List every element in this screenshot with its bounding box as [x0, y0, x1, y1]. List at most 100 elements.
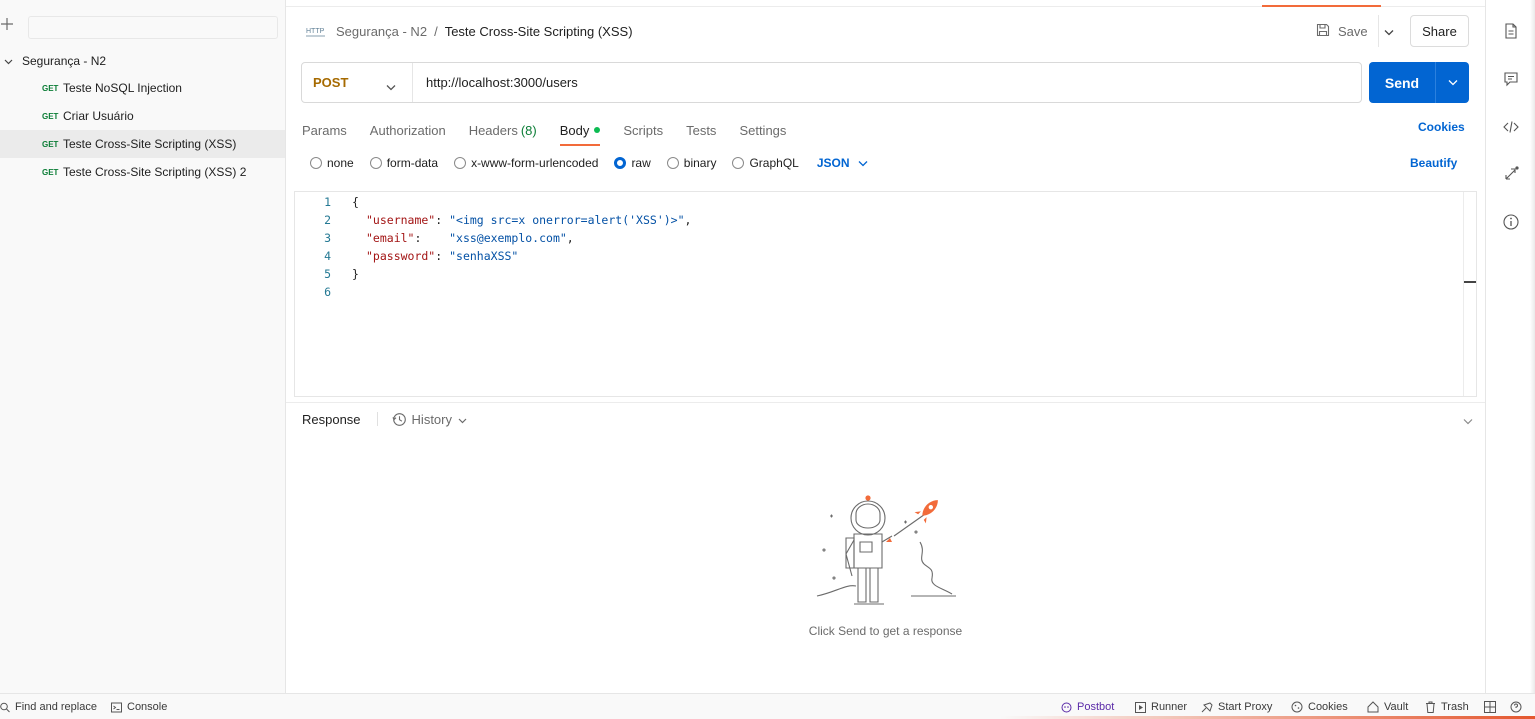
json-colon: : — [435, 249, 450, 263]
json-comma: , — [566, 231, 574, 245]
vault-button[interactable]: Vault — [1367, 700, 1408, 714]
tab-scripts[interactable]: Scripts — [623, 116, 663, 144]
collection-name: Segurança - N2 — [22, 54, 107, 68]
sidebar-search-input[interactable] — [28, 16, 278, 39]
code-icon[interactable] — [1502, 118, 1520, 136]
collection-folder[interactable]: Segurança - N2 — [0, 50, 285, 72]
divider — [376, 412, 378, 426]
help-icon[interactable] — [1510, 700, 1527, 714]
radio-binary[interactable]: binary — [666, 156, 717, 170]
http-icon: HTTP — [306, 24, 326, 38]
beautify-link[interactable]: Beautify — [1410, 156, 1457, 170]
window-edge-shadow — [1530, 0, 1535, 693]
status-label: Postbot — [1077, 701, 1115, 713]
related-collections-icon[interactable] — [1502, 165, 1520, 183]
code-text: "email": "xss@exemplo.com", — [331, 231, 574, 245]
save-button[interactable]: Save — [1316, 19, 1368, 43]
layout-grid-icon[interactable] — [1484, 700, 1501, 714]
url-input[interactable]: http://localhost:3000/users — [413, 75, 578, 90]
trash-button[interactable]: Trash — [1425, 700, 1469, 714]
json-value: "<img src=x onerror=alert('XSS')>" — [449, 213, 685, 227]
status-label: Cookies — [1308, 701, 1348, 713]
tab-label: Settings — [739, 122, 787, 138]
code-text: } — [331, 267, 359, 281]
json-key: "username" — [366, 213, 436, 227]
json-value: "senhaXSS" — [449, 249, 519, 263]
tab-label: Scripts — [623, 122, 664, 138]
breadcrumb: HTTP Segurança - N2 / Teste Cross-Site S… — [306, 22, 633, 40]
radio-label: GraphQL — [749, 156, 799, 170]
history-dropdown[interactable]: History — [391, 412, 472, 427]
headers-count: (8) — [520, 122, 537, 138]
url-bar: POST http://localhost:3000/users — [301, 62, 1362, 103]
tab-authorization[interactable]: Authorization — [370, 116, 446, 144]
format-dropdown[interactable]: JSON — [817, 156, 868, 170]
console-button[interactable]: Console — [111, 700, 167, 714]
breadcrumb-parent[interactable]: Segurança - N2 — [336, 24, 427, 39]
line-number: 6 — [324, 285, 331, 299]
share-button[interactable]: Share — [1410, 15, 1469, 47]
runner-button[interactable]: Runner — [1135, 700, 1187, 714]
tab-body[interactable]: Body — [559, 116, 601, 146]
editor-scrollbar[interactable] — [1463, 192, 1477, 396]
sidebar-request-item[interactable]: GET Teste Cross-Site Scripting (XSS) 2 — [0, 158, 285, 186]
send-options-chevron-icon[interactable] — [1436, 62, 1469, 103]
cookies-button[interactable]: Cookies — [1291, 700, 1348, 714]
sidebar-request-item[interactable]: GET Criar Usuário — [0, 102, 285, 130]
brace: } — [352, 267, 359, 281]
astronaut-rocket-illustration — [816, 492, 961, 612]
format-value: JSON — [816, 156, 850, 170]
find-replace-button[interactable]: Find and replace — [0, 700, 97, 714]
send-button[interactable]: Send — [1369, 62, 1436, 103]
scrollbar-cursor-marker — [1464, 281, 1476, 283]
tab-headers[interactable]: Headers (8) — [469, 116, 537, 144]
radio-label: none — [327, 156, 354, 170]
proxy-icon — [1201, 701, 1213, 712]
tab-tests[interactable]: Tests — [686, 116, 716, 144]
info-icon[interactable] — [1502, 213, 1520, 231]
radio-urlencoded[interactable]: x-www-form-urlencoded — [454, 156, 598, 170]
body-indicator-dot — [594, 127, 601, 133]
documentation-icon[interactable] — [1502, 22, 1520, 40]
radio-raw[interactable]: raw — [614, 156, 651, 170]
status-label: Runner — [1151, 701, 1188, 713]
code-text: "password": "senhaXSS" — [331, 249, 518, 263]
radio-label: binary — [683, 156, 717, 170]
radio-circle — [666, 157, 679, 169]
json-key: "password" — [366, 249, 436, 263]
breadcrumb-current[interactable]: Teste Cross-Site Scripting (XSS) — [445, 24, 633, 39]
add-icon[interactable] — [0, 17, 14, 31]
collapse-response-chevron-icon[interactable] — [1463, 414, 1473, 428]
postbot-icon — [1061, 702, 1072, 712]
tab-params[interactable]: Params — [302, 116, 347, 144]
postbot-button[interactable]: Postbot — [1061, 700, 1114, 714]
chevron-down-icon — [4, 54, 13, 68]
line-number: 4 — [324, 249, 331, 263]
sidebar-request-item-selected[interactable]: GET Teste Cross-Site Scripting (XSS) — [0, 130, 285, 158]
start-proxy-button[interactable]: Start Proxy — [1201, 700, 1272, 714]
chevron-down-icon[interactable] — [1384, 25, 1394, 39]
line-number: 1 — [324, 195, 331, 209]
comments-icon[interactable] — [1502, 70, 1520, 88]
sidebar-request-item[interactable]: GET Teste NoSQL Injection — [0, 74, 285, 102]
request-label: Teste Cross-Site Scripting (XSS) — [63, 137, 237, 151]
tab-settings[interactable]: Settings — [739, 116, 786, 144]
radio-none[interactable]: none — [310, 156, 354, 170]
line-number: 2 — [324, 213, 331, 227]
tab-label: Headers — [468, 122, 518, 138]
response-divider[interactable] — [286, 402, 1485, 403]
save-label: Save — [1338, 23, 1368, 39]
cookies-link[interactable]: Cookies — [1418, 120, 1465, 134]
body-editor[interactable]: 1 { 2 "username": "<img src=x onerror=al… — [294, 191, 1477, 397]
chevron-down-icon — [458, 412, 472, 427]
app-window: Segurança - N2 GET Teste NoSQL Injection… — [0, 0, 1535, 719]
json-colon: : — [435, 213, 450, 227]
radio-circle — [369, 157, 382, 169]
radio-form-data[interactable]: form-data — [369, 156, 438, 170]
status-label: Find and replace — [15, 701, 97, 713]
status-label: Start Proxy — [1218, 701, 1273, 713]
tab-label: Body — [559, 122, 590, 138]
method-dropdown[interactable]: POST — [302, 63, 413, 102]
radio-graphql[interactable]: GraphQL — [732, 156, 799, 170]
tab-label: Params — [302, 122, 347, 138]
